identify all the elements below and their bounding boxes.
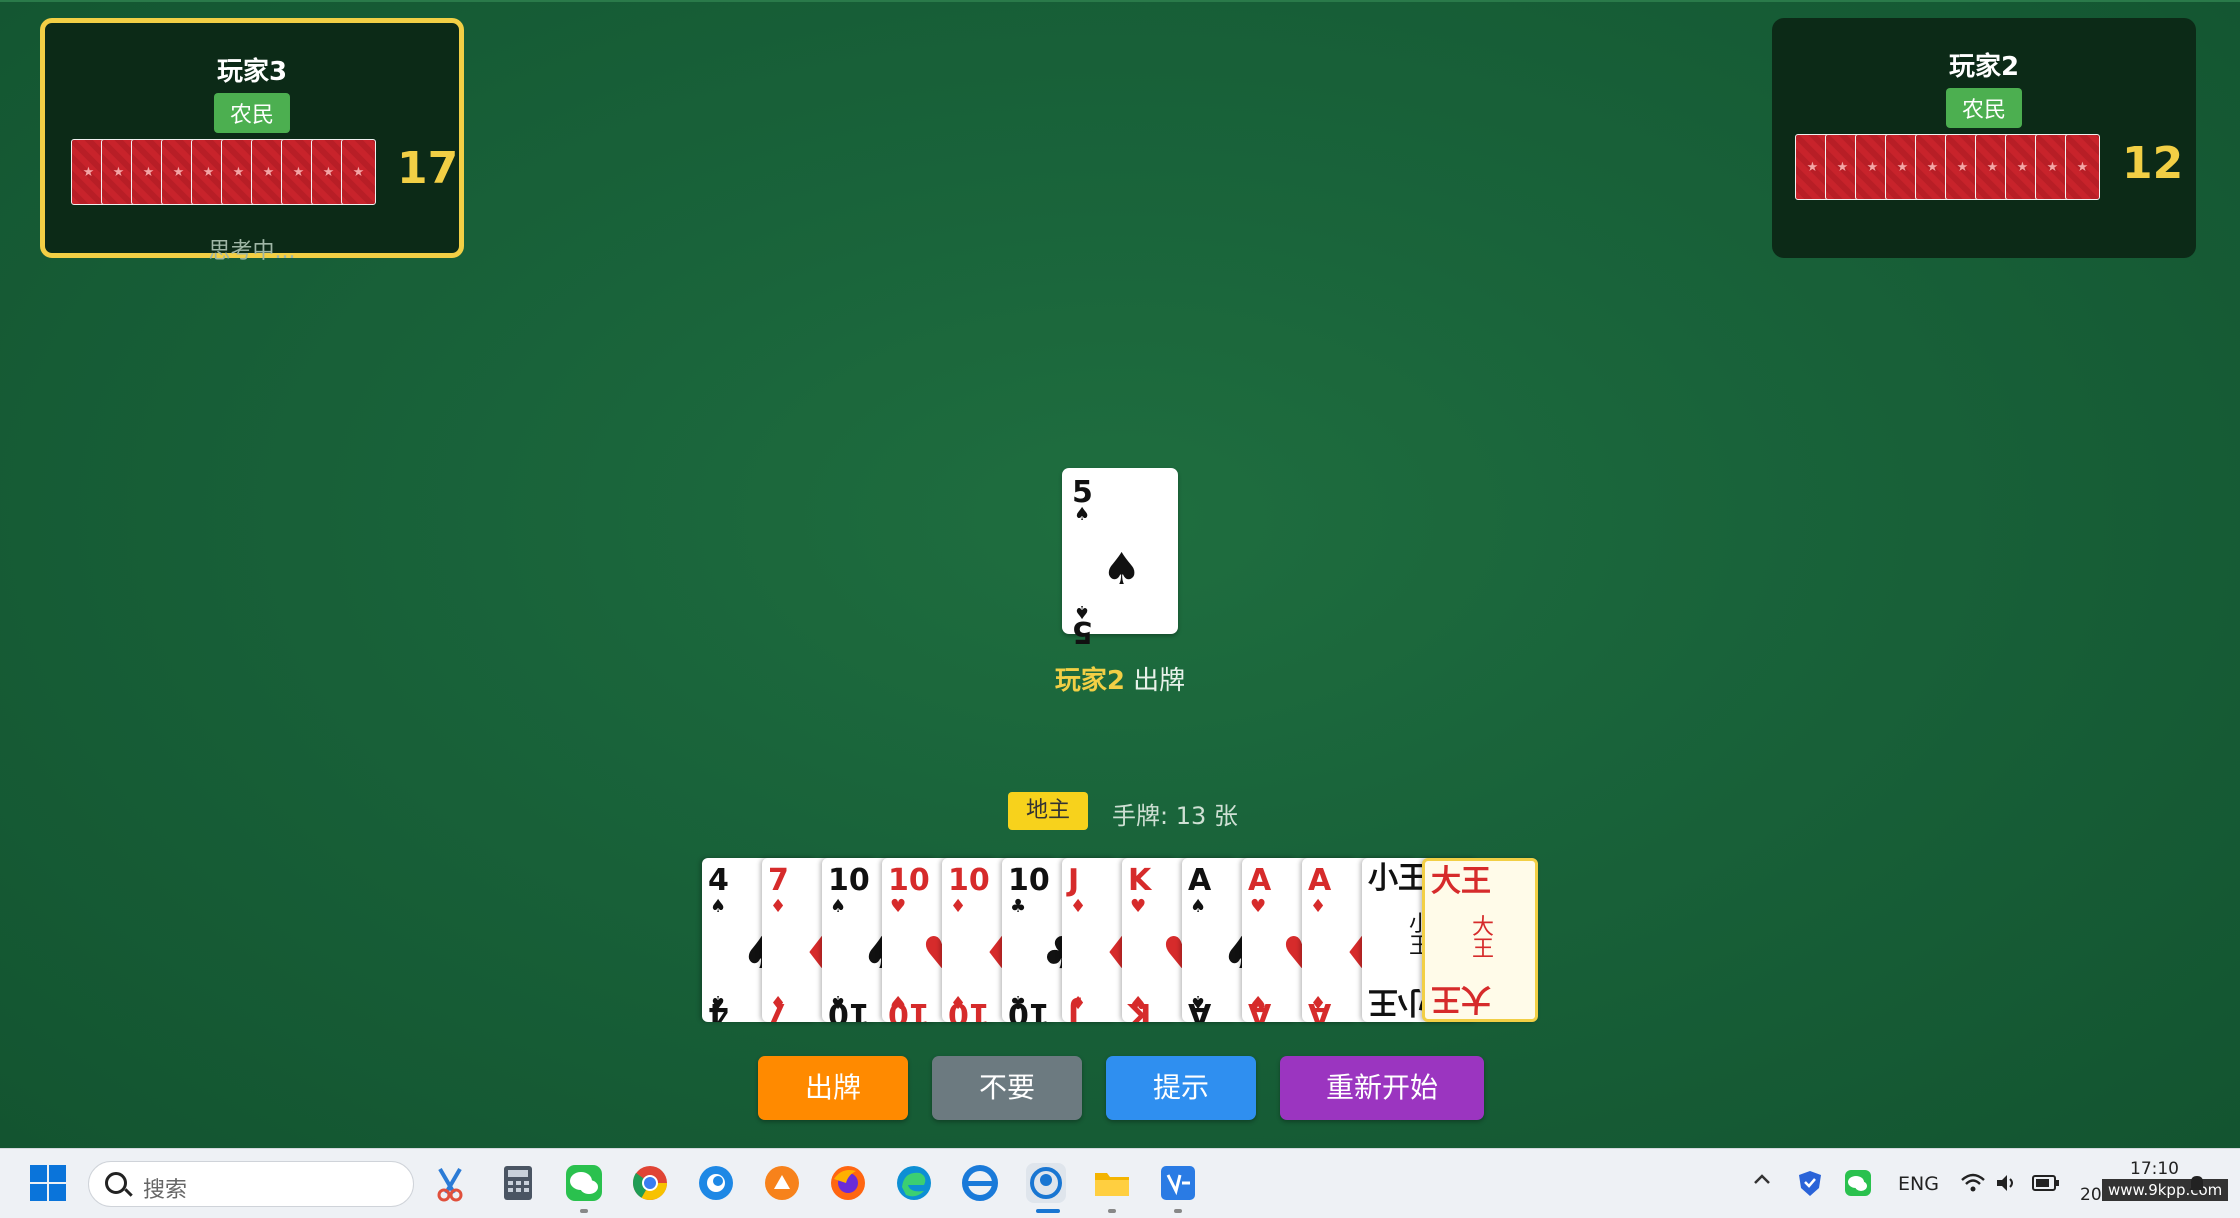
card-rank: A: [1248, 996, 1272, 1022]
taskbar: 搜索 ENG 17:10 www.9kpp.com: [0, 1148, 2240, 1218]
card-count: 12: [2122, 138, 2184, 189]
card-count: 17: [397, 143, 459, 194]
thinking-status: 思考中...: [208, 239, 296, 264]
card-rank: 7: [768, 996, 789, 1022]
wechat-tray-icon[interactable]: [1844, 1169, 1872, 1197]
suit-icon: ♦: [950, 896, 967, 917]
app-active-icon[interactable]: [1026, 1163, 1066, 1203]
card-rank: A: [1188, 863, 1212, 898]
running-indicator: [1174, 1209, 1182, 1213]
spade-icon: ♠: [1102, 544, 1142, 595]
search-icon: [105, 1172, 127, 1194]
vscode-icon[interactable]: [1158, 1163, 1198, 1203]
card-rank: 10: [1008, 863, 1050, 898]
suit-icon: ♣: [1010, 896, 1027, 917]
file-explorer-icon[interactable]: [1092, 1163, 1132, 1203]
card-rank: J: [1068, 996, 1080, 1022]
watermark: www.9kpp.com: [2102, 1179, 2229, 1201]
card-rank: 7: [768, 863, 789, 898]
firefox-icon[interactable]: [828, 1163, 868, 1203]
hint-button[interactable]: 提示: [1106, 1056, 1256, 1120]
opponent-panel-player2: 玩家2 农民 ★ ★ ★ ★ ★ ★ ★ ★ ★ ★ 12: [1772, 18, 2196, 258]
played-card: 5 ♠ ♠ ♠ 5: [1062, 468, 1178, 649]
role-badge: 农民: [213, 93, 291, 133]
spade-icon: ♠: [1074, 504, 1091, 525]
play-button[interactable]: 出牌: [758, 1056, 908, 1120]
star-icon: ★: [352, 165, 365, 180]
calculator-icon[interactable]: [498, 1163, 538, 1203]
card-rank: 10: [888, 863, 930, 898]
landlord-badge: 地主: [1008, 792, 1088, 830]
ie-icon[interactable]: [960, 1163, 1000, 1203]
caption-player: 玩家2: [1054, 666, 1125, 696]
card-rank: A: [1308, 863, 1332, 898]
card-rank: 大王: [1431, 981, 1491, 1016]
opponent-name: 玩家2: [1948, 52, 2020, 82]
suit-icon: ♦: [1070, 896, 1087, 917]
hand-count: 手牌: 13 张: [1112, 802, 1238, 830]
suit-icon: ♥: [1250, 896, 1267, 917]
card-rank: 10: [888, 996, 930, 1022]
play-caption: 玩家2 出牌: [900, 660, 1340, 697]
card-rank: 大王: [1431, 864, 1491, 899]
chrome-icon[interactable]: [630, 1163, 670, 1203]
card-rank: 小王: [1368, 984, 1428, 1019]
card-rank: A: [1188, 996, 1212, 1022]
shield-icon[interactable]: [1796, 1169, 1824, 1197]
card-rank: 10: [948, 863, 990, 898]
running-indicator: [1108, 1209, 1116, 1213]
suit-icon: ♥: [1130, 896, 1147, 917]
wifi-icon[interactable]: [1960, 1171, 1986, 1195]
card-rank: 10: [828, 996, 870, 1022]
card-rank: K: [1128, 863, 1152, 898]
restart-button[interactable]: 重新开始: [1280, 1056, 1484, 1120]
edge-icon[interactable]: [894, 1163, 934, 1203]
card-rank: A: [1308, 996, 1332, 1022]
notification-icon[interactable]: [2186, 1173, 2208, 1195]
running-indicator: [1036, 1209, 1060, 1213]
card-rank: K: [1128, 996, 1152, 1022]
game-table: 玩家3 农民 ★ ★ ★ ★ ★ ★ ★ ★ ★ ★ 17 思考中... 玩家2 农民 ★ ★ ★ ★ ★…: [0, 0, 2240, 1148]
caption-action: 出牌: [1133, 666, 1186, 696]
opponent-panel-player3: 玩家3 农民 ★ ★ ★ ★ ★ ★ ★ ★ ★ ★ 17 思考中...: [40, 18, 464, 264]
running-indicator: [580, 1209, 588, 1213]
volume-icon[interactable]: [1994, 1171, 2018, 1195]
opponent-name: 玩家3: [216, 57, 288, 87]
joker-center-label: 大王: [1471, 915, 1494, 962]
card-rank: 4: [708, 996, 729, 1022]
suit-icon: ♦: [770, 896, 787, 917]
battery-icon[interactable]: [2032, 1173, 2060, 1193]
windows-start-icon[interactable]: [28, 1163, 68, 1203]
suit-icon: ♠: [1190, 896, 1207, 917]
suit-icon: ♠: [710, 896, 727, 917]
card-back: ★: [341, 139, 376, 205]
card-back: ★: [2065, 134, 2100, 200]
suit-icon: ♦: [1310, 896, 1327, 917]
hand-card[interactable]: 大王 大王 大王: [1422, 858, 1538, 1022]
card-rank: A: [1248, 863, 1272, 898]
card-rank: 10: [948, 996, 990, 1022]
wechat-icon[interactable]: [564, 1163, 604, 1203]
pass-button[interactable]: 不要: [932, 1056, 1082, 1120]
suit-icon: ♥: [890, 896, 907, 917]
language-indicator[interactable]: ENG: [1898, 1173, 1939, 1195]
card-rank: 4: [708, 863, 729, 898]
app-orange-icon[interactable]: [762, 1163, 802, 1203]
player-hand: 4♠♠♠47♦♦♦710♠♠♠1010♥♥♥1010♦♦♦1010♣♣♣10J♦…: [702, 858, 1540, 1022]
browser-icon[interactable]: [696, 1163, 736, 1203]
search-placeholder: 搜索: [143, 1178, 188, 1203]
snipping-tool-icon[interactable]: [432, 1163, 472, 1203]
role-badge: 农民: [1945, 88, 2023, 128]
card-rank: 10: [1008, 996, 1050, 1022]
taskbar-search[interactable]: 搜索: [88, 1161, 414, 1207]
card-rank: 小王: [1368, 861, 1428, 896]
card-rank: 10: [828, 863, 870, 898]
card-rank: 5: [1072, 614, 1093, 649]
clock-time[interactable]: 17:10: [2130, 1159, 2179, 1179]
star-icon: ★: [2076, 160, 2089, 175]
chevron-up-icon[interactable]: [1752, 1169, 1772, 1194]
card-rank: J: [1068, 863, 1080, 898]
suit-icon: ♠: [830, 896, 847, 917]
